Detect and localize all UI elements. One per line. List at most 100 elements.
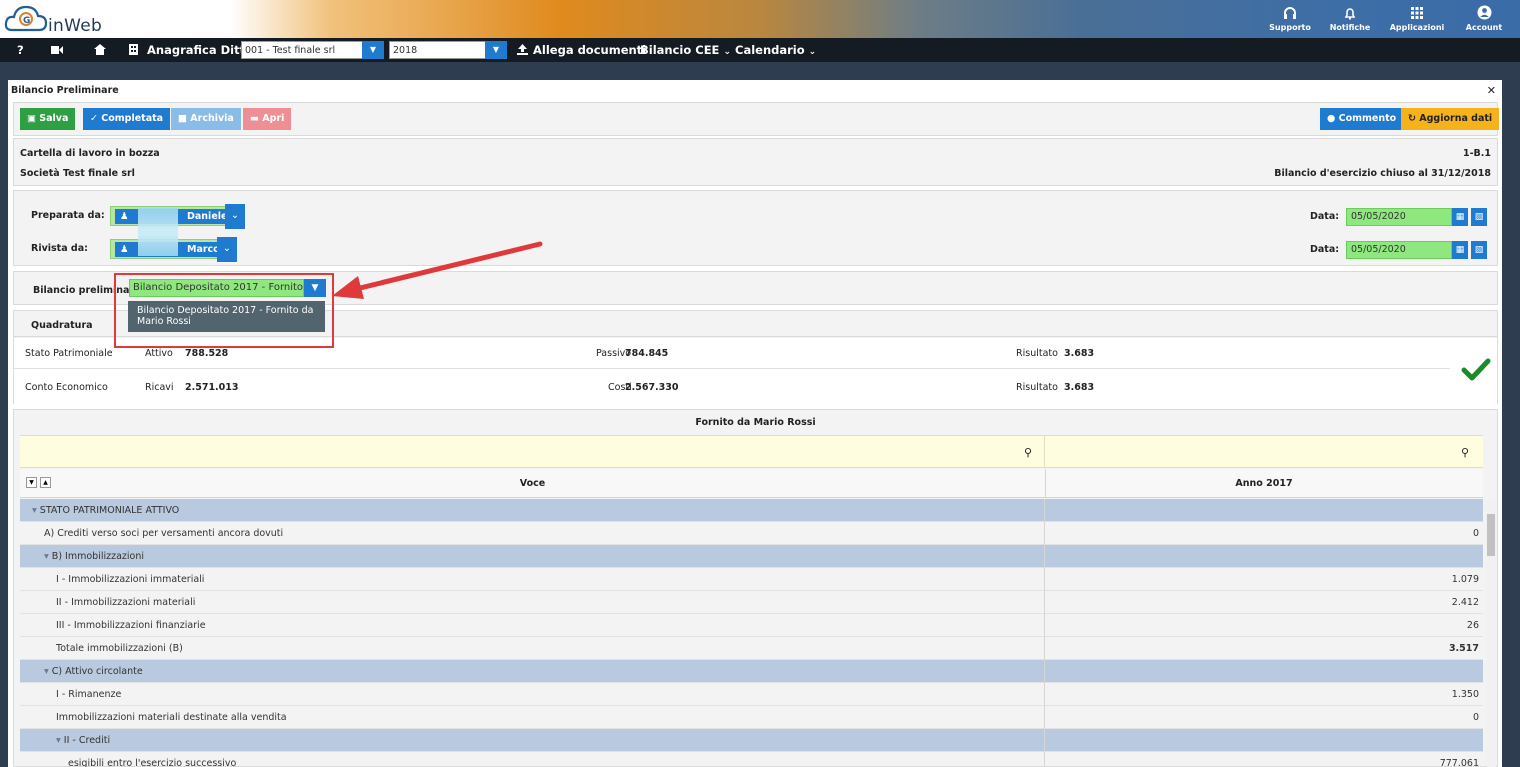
voce-label: Immobilizzazioni materiali destinate all… (56, 712, 287, 723)
main-navbar: ? Anagrafica Ditte 001 - Test finale srl… (0, 38, 1520, 62)
expand-toggle-icon[interactable]: ▾ (56, 735, 64, 746)
voce-cell: Immobilizzazioni materiali destinate all… (20, 706, 1045, 729)
bell-icon (1320, 2, 1380, 22)
comment-button-label: Commento (1338, 113, 1397, 124)
calendario-menu[interactable]: Calendario ⌄ (735, 38, 816, 62)
voce-label: STATO PATRIMONIALE ATTIVO (39, 505, 180, 516)
company-name: Società Test finale srl (20, 168, 135, 179)
risultato-sp-value: 3.683 (1064, 348, 1095, 359)
grid-scrollbar[interactable] (1486, 500, 1496, 767)
support-label: Supporto (1269, 23, 1311, 32)
voce-filter[interactable]: ⚲ (20, 435, 1045, 468)
user-circle-icon (1454, 2, 1514, 22)
expand-toggle-icon[interactable]: ▾ (44, 551, 52, 562)
voce-label: II - Crediti (63, 735, 111, 746)
grid-scrollbar-thumb[interactable] (1487, 514, 1495, 556)
table-row[interactable]: Immobilizzazioni materiali destinate all… (20, 706, 1483, 729)
voce-label: I - Immobilizzazioni immateriali (56, 574, 205, 585)
grid-header-row: ▼ ▲ Voce Anno 2017 (20, 469, 1483, 498)
passivo-value: 784.845 (625, 348, 669, 359)
anno-column-header[interactable]: Anno 2017 (1045, 478, 1483, 489)
prepared-date-input[interactable]: 05/05/2020 (1346, 208, 1452, 226)
anno-value-cell: 777.061 (1439, 758, 1479, 767)
folder-icon: ▬ (250, 113, 259, 124)
expand-toggle-icon[interactable]: ▾ (32, 505, 40, 516)
notifications-button[interactable]: Notifiche (1320, 2, 1380, 36)
voce-column-header[interactable]: Voce (20, 478, 1045, 489)
support-button[interactable]: Supporto (1260, 2, 1320, 36)
grid-source-title: Fornito da Mario Rossi (695, 417, 816, 428)
workfile-status: Cartella di lavoro in bozza (20, 148, 160, 159)
voce-cell: III - Immobilizzazioni finanziarie (20, 614, 1045, 637)
calendar-icon[interactable]: ▦ (1452, 241, 1468, 259)
bilancio-preliminare-panel: Bilancio Preliminare ✕ ▣ Salva ✓ Complet… (8, 80, 1502, 767)
save-button-label: Salva (39, 113, 69, 124)
archive-button[interactable]: ■ Archivia (171, 108, 241, 130)
video-icon[interactable] (51, 38, 63, 62)
search-icon[interactable]: ⚲ (1461, 446, 1469, 459)
anno-filter[interactable]: ⚲ (1045, 435, 1483, 468)
sp-label: Stato Patrimoniale (25, 348, 113, 359)
ce-label: Conto Economico (25, 382, 108, 393)
home-icon[interactable] (94, 38, 106, 62)
refresh-icon: ↻ (1408, 113, 1416, 124)
archive-button-label: Archivia (190, 113, 234, 124)
table-group-row[interactable]: ▾ STATO PATRIMONIALE ATTIVO (20, 499, 1483, 522)
expand-toggle-icon[interactable]: ▾ (44, 666, 52, 677)
voce-cell: ▾ STATO PATRIMONIALE ATTIVO (20, 499, 1045, 522)
table-row[interactable]: I - Rimanenze 1.350 (20, 683, 1483, 706)
preparers-section: Preparata da: ♟ Daniele ⌄ Rivista da: ♟ … (13, 190, 1498, 266)
prepared-by-name: Daniele (187, 211, 228, 222)
comment-button[interactable]: ● Commento (1320, 108, 1404, 130)
table-row[interactable]: Totale immobilizzazioni (B) 3.517 (20, 637, 1483, 660)
year-select-value: 2018 (393, 45, 418, 56)
open-button[interactable]: ▬ Apri (243, 108, 292, 130)
table-group-row[interactable]: ▾ II - Crediti (20, 729, 1483, 752)
completed-button[interactable]: ✓ Completata (83, 108, 171, 130)
table-row[interactable]: I - Immobilizzazioni immateriali 1.079 (20, 568, 1483, 591)
calendar-today-icon[interactable]: ▧ (1471, 241, 1487, 259)
workfile-code: 1-B.1 (1462, 148, 1491, 159)
anagrafica-ditte-link[interactable]: Anagrafica Ditte (147, 38, 253, 62)
applications-button[interactable]: Applicazioni (1380, 2, 1454, 36)
anno-value-cell: 1.079 (1451, 574, 1479, 585)
attivo-label: Attivo (145, 348, 173, 359)
table-row[interactable]: III - Immobilizzazioni finanziarie 26 (20, 614, 1483, 637)
calendar-today-icon[interactable]: ▧ (1471, 208, 1487, 226)
table-group-row[interactable]: ▾ C) Attivo circolante (20, 660, 1483, 683)
bilancio-cee-menu[interactable]: Bilancio CEE ⌄ (640, 38, 731, 62)
search-icon[interactable]: ⚲ (1024, 446, 1032, 459)
account-button[interactable]: Account (1454, 2, 1514, 36)
refresh-data-button[interactable]: ↻ Aggiorna dati (1401, 108, 1500, 130)
save-button[interactable]: ▣ Salva (20, 108, 76, 130)
comment-icon: ● (1327, 113, 1336, 124)
quadratura-title: Quadratura (31, 320, 93, 331)
checkmark-icon (1461, 358, 1491, 381)
table-row[interactable]: II - Immobilizzazioni materiali 2.412 (20, 591, 1483, 614)
table-row[interactable]: A) Crediti verso soci per versamenti anc… (20, 522, 1483, 545)
reviewed-by-label: Rivista da: (31, 243, 88, 254)
voce-label: II - Immobilizzazioni materiali (56, 597, 196, 608)
calendario-label: Calendario (735, 43, 805, 57)
table-row[interactable]: esigibili entro l'esercizio successivo 77… (20, 752, 1483, 767)
headset-icon (1260, 2, 1320, 22)
anno-value-cell: 3.517 (1448, 643, 1479, 654)
chevron-down-icon[interactable]: ⌄ (217, 237, 237, 262)
calendar-icon[interactable]: ▦ (1452, 208, 1468, 226)
year-select[interactable]: 2018 ▼ (389, 41, 507, 59)
building-icon (129, 38, 138, 62)
table-group-row[interactable]: ▾ B) Immobilizzazioni (20, 545, 1483, 568)
notifications-label: Notifiche (1329, 23, 1371, 32)
allega-documenti-link[interactable]: Allega documenti (533, 38, 646, 62)
svg-text:G: G (23, 16, 30, 26)
annotation-highlight-box (114, 273, 334, 348)
chevron-down-icon[interactable]: ⌄ (225, 204, 245, 229)
close-icon[interactable]: ✕ (1487, 84, 1496, 97)
company-select[interactable]: 001 - Test finale srl ▼ (241, 41, 384, 59)
help-button[interactable]: ? (17, 38, 24, 62)
app-logo[interactable]: G inWeb (4, 2, 144, 36)
reviewed-date-input[interactable]: 05/05/2020 (1346, 241, 1452, 259)
upload-icon (517, 38, 528, 62)
annotation-arrow-icon (332, 241, 543, 299)
risultato-ce-value: 3.683 (1064, 382, 1095, 393)
